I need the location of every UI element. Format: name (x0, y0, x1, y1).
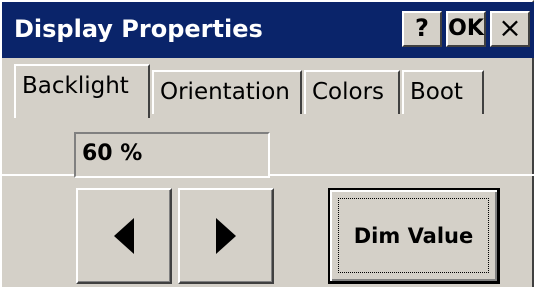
close-button[interactable]: × (490, 11, 530, 47)
window-title: Display Properties (14, 15, 263, 43)
increase-backlight-button[interactable] (178, 188, 274, 284)
tab-strip: Backlight Orientation Colors Boot (2, 62, 534, 176)
display-properties-window: Display Properties ? OK × Backlight Orie… (0, 0, 534, 287)
right-arrow-icon (216, 218, 236, 254)
tab-orientation[interactable]: Orientation (152, 70, 302, 114)
help-button[interactable]: ? (402, 11, 442, 47)
left-arrow-icon (114, 218, 134, 254)
decrease-backlight-button[interactable] (76, 188, 172, 284)
backlight-value-field: 60 % (74, 132, 270, 178)
tab-colors[interactable]: Colors (304, 70, 400, 114)
title-bar: Display Properties ? OK × (2, 2, 534, 58)
dim-value-button[interactable]: Dim Value (328, 188, 500, 284)
ok-button[interactable]: OK (446, 11, 486, 47)
tab-boot[interactable]: Boot (402, 70, 484, 114)
dim-value-label: Dim Value (353, 224, 474, 248)
tab-backlight[interactable]: Backlight (14, 64, 150, 118)
